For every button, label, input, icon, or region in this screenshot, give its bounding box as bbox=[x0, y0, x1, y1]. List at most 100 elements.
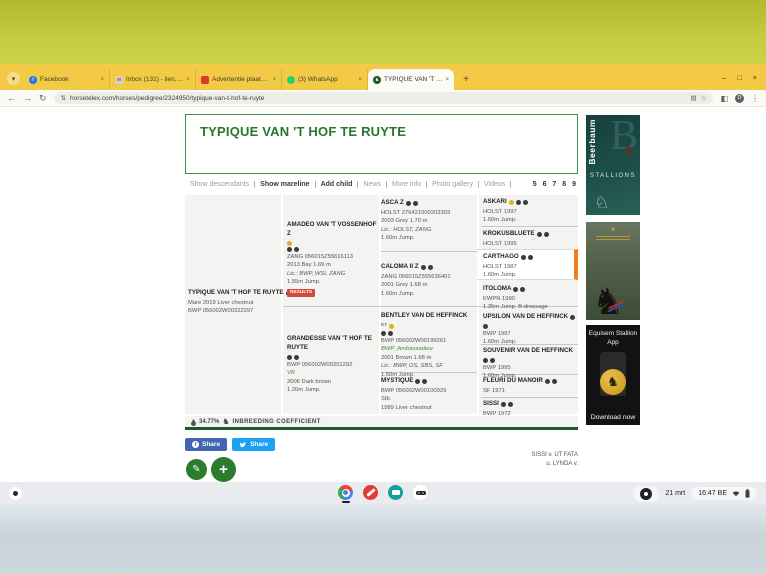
pedigree-icon[interactable] bbox=[294, 247, 299, 252]
pedigree-icon[interactable] bbox=[523, 200, 528, 205]
twitter-share-button[interactable]: Share bbox=[232, 438, 275, 451]
media-icon[interactable] bbox=[415, 379, 420, 384]
add-button[interactable]: + bbox=[211, 457, 236, 482]
horse-link[interactable]: BENTLEY VAN DE HEFFINCK bbox=[381, 312, 467, 321]
reload-icon[interactable]: ↻ bbox=[39, 94, 47, 103]
stallion-center-ad[interactable]: ✶ ♞ bbox=[586, 222, 640, 320]
pedigree-icon[interactable] bbox=[388, 331, 393, 336]
results-badge[interactable]: RESULTS bbox=[287, 289, 315, 298]
horse-link[interactable]: UPSILON VAN DE HEFFINCK bbox=[483, 313, 568, 322]
tab-search-icon[interactable]: ▾ bbox=[7, 72, 20, 85]
horse-link[interactable]: KROKUSBLUETE bbox=[483, 230, 535, 239]
horse-link[interactable]: AMADEO VAN 'T VOSSENHOF Z bbox=[287, 221, 379, 239]
menu-news[interactable]: News bbox=[357, 181, 386, 188]
tab-facebook[interactable]: f Facebook × bbox=[24, 69, 110, 90]
horse-link[interactable]: CARTHAGO bbox=[483, 253, 519, 262]
menu-videos[interactable]: Videos bbox=[478, 181, 511, 188]
horse-link[interactable]: SOUVENIR VAN DE HEFFINCK bbox=[483, 347, 573, 356]
chrome-app[interactable] bbox=[338, 485, 353, 503]
tab-inbox[interactable]: M Inbox (131) - lien.deruyte@g... × bbox=[110, 69, 196, 90]
tab-horsetelex-active[interactable]: ♞ TYPIQUE VAN 'T HOF TE RUY... × bbox=[368, 69, 454, 90]
studbook-link[interactable]: BWP_Ambassadeur bbox=[381, 345, 475, 353]
back-icon[interactable]: ← bbox=[7, 94, 16, 103]
media-icon[interactable] bbox=[570, 315, 575, 320]
pedigree-icon[interactable] bbox=[490, 358, 495, 363]
approved-icon[interactable] bbox=[287, 241, 292, 246]
menu-add-child[interactable]: Add child bbox=[315, 181, 358, 188]
maximize-button[interactable]: □ bbox=[737, 73, 742, 82]
close-tab-icon[interactable]: × bbox=[272, 77, 276, 83]
horse-link[interactable]: TYPIQUE VAN 'T HOF TE RUYTE bbox=[188, 289, 284, 298]
horse-link[interactable]: ITOLOMA bbox=[483, 285, 511, 294]
close-window-button[interactable]: × bbox=[753, 73, 757, 82]
shelf-date[interactable]: 21 mrt bbox=[665, 490, 685, 497]
bookmark-star-icon[interactable]: ☆ bbox=[701, 94, 707, 102]
studbook-link[interactable]: VB bbox=[287, 369, 379, 377]
tab-whatsapp[interactable]: (3) WhatsApp × bbox=[282, 69, 368, 90]
download-now-link[interactable]: Download now bbox=[586, 414, 640, 421]
menu-more-info[interactable]: More info bbox=[386, 181, 426, 188]
horse-link[interactable]: ASKARI bbox=[483, 198, 507, 207]
menu-show-descendants[interactable]: Show descendants bbox=[185, 181, 254, 188]
launcher-button[interactable] bbox=[9, 487, 22, 500]
side-panel-icon[interactable]: ◧ bbox=[720, 94, 728, 103]
horse-link[interactable]: CALOMA II Z bbox=[381, 263, 419, 272]
url-text[interactable]: horsetelex.com/horses/pedigree/2324950/t… bbox=[70, 95, 686, 102]
media-icon[interactable] bbox=[501, 402, 506, 407]
approved-icon[interactable] bbox=[509, 200, 514, 205]
pedigree-icon[interactable] bbox=[508, 402, 513, 407]
media-icon[interactable] bbox=[545, 379, 550, 384]
menu-show-mareline[interactable]: Show mareline bbox=[254, 181, 314, 188]
media-icon[interactable] bbox=[287, 355, 292, 360]
pedigree-icon[interactable] bbox=[413, 201, 418, 206]
games-app[interactable] bbox=[413, 485, 428, 500]
forward-icon[interactable]: → bbox=[23, 94, 32, 103]
close-tab-icon[interactable]: × bbox=[445, 77, 449, 83]
approved-icon[interactable] bbox=[389, 324, 394, 329]
minimize-button[interactable]: – bbox=[722, 73, 726, 82]
pedigree-icon[interactable] bbox=[544, 232, 549, 237]
site-settings-icon[interactable]: ⇅ bbox=[61, 94, 66, 102]
horse-link[interactable]: FLEURI DU MANOIR bbox=[483, 377, 543, 386]
teal-app[interactable] bbox=[388, 485, 403, 500]
media-icon[interactable] bbox=[521, 255, 526, 260]
close-tab-icon[interactable]: × bbox=[100, 77, 104, 83]
system-tray[interactable]: 16:47 BE bbox=[691, 487, 757, 500]
red-app[interactable] bbox=[363, 485, 378, 500]
pedigree-icon[interactable] bbox=[428, 265, 433, 270]
media-icon[interactable] bbox=[287, 247, 292, 252]
media-icon[interactable] bbox=[483, 358, 488, 363]
media-icon[interactable] bbox=[381, 331, 386, 336]
pedigree-icon[interactable] bbox=[422, 379, 427, 384]
pedigree-icon[interactable] bbox=[528, 255, 533, 260]
media-icon[interactable] bbox=[406, 201, 411, 206]
pedigree-icon[interactable] bbox=[552, 379, 557, 384]
wifi-icon bbox=[732, 490, 740, 497]
media-icon[interactable] bbox=[516, 200, 521, 205]
edit-button[interactable]: ✎ bbox=[186, 459, 207, 480]
horse-link[interactable]: ASCA Z bbox=[381, 199, 404, 208]
notification-pill[interactable] bbox=[633, 486, 659, 502]
media-icon[interactable] bbox=[513, 287, 518, 292]
media-icon[interactable] bbox=[421, 265, 426, 270]
browser-menu-icon[interactable]: ⋮ bbox=[751, 94, 759, 103]
media-icon[interactable] bbox=[537, 232, 542, 237]
new-tab-button[interactable]: + bbox=[459, 72, 473, 86]
profile-avatar[interactable]: D bbox=[735, 94, 744, 103]
facebook-share-button[interactable]: f Share bbox=[185, 438, 227, 451]
close-tab-icon[interactable]: × bbox=[186, 77, 190, 83]
tab-advertentie[interactable]: Advertentie plaatsen 478482... × bbox=[196, 69, 282, 90]
close-tab-icon[interactable]: × bbox=[358, 77, 362, 83]
pedigree-icon[interactable] bbox=[294, 355, 299, 360]
horse-link[interactable]: GRANDESSE VAN 'T HOF TE RUYTE bbox=[287, 335, 379, 353]
pedigree-icon[interactable] bbox=[520, 287, 525, 292]
equisem-app-ad[interactable]: Equisem Stallion App ♞ Download now bbox=[586, 325, 640, 425]
horse-link[interactable]: MYSTIQUE bbox=[381, 377, 413, 386]
menu-photo-gallery[interactable]: Photo gallery bbox=[426, 181, 478, 188]
beerbaum-stallions-ad[interactable]: B Beerbaum ♞ STALLIONS ♘ bbox=[586, 115, 640, 215]
pagination-links[interactable]: 5 6 7 8 9 bbox=[533, 181, 578, 188]
address-bar[interactable]: ⇅ horsetelex.com/horses/pedigree/2324950… bbox=[54, 92, 714, 104]
pedigree-icon[interactable] bbox=[483, 324, 488, 329]
horse-link[interactable]: SISSI bbox=[483, 400, 499, 409]
translate-icon[interactable]: ▤ bbox=[690, 94, 696, 102]
